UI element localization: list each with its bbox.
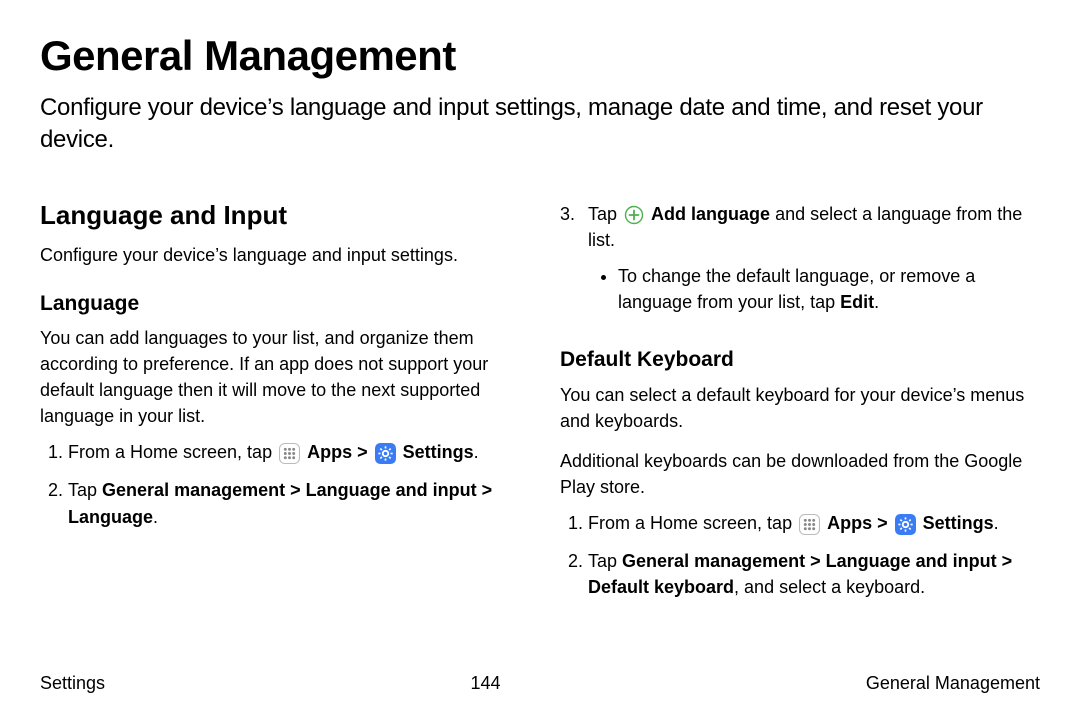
step-text: Tap (588, 204, 622, 224)
period: . (474, 442, 479, 462)
settings-label: Settings (403, 442, 474, 462)
step-bold: General management > Language and input … (68, 480, 492, 526)
subheading-default-keyboard: Default Keyboard (560, 345, 1040, 375)
apps-grid-icon (799, 514, 820, 535)
page-title: General Management (40, 32, 1040, 80)
step-bold: Add language (651, 204, 770, 224)
footer-right: General Management (866, 673, 1040, 694)
bullet-bold: Edit (840, 292, 874, 312)
footer-left: Settings (40, 673, 105, 694)
keyboard-step-2: Tap General management > Language and in… (588, 548, 1040, 600)
period: . (994, 513, 999, 533)
language-step-2: Tap General management > Language and in… (68, 477, 520, 529)
step-suffix: , and select a keyboard. (734, 577, 925, 597)
language-step-3-body: Tap Add language and select a language f… (588, 201, 1040, 325)
footer-page-number: 144 (470, 673, 500, 694)
period: . (153, 507, 158, 527)
right-column: 3. Tap Add language and select a languag… (560, 197, 1040, 612)
default-keyboard-steps: From a Home screen, tap Apps > Settings.… (560, 510, 1040, 600)
step-text: Tap (68, 480, 102, 500)
page-intro: Configure your device’s language and inp… (40, 92, 1040, 157)
step-text: From a Home screen, tap (68, 442, 277, 462)
language-bullet-list: To change the default language, or remov… (588, 263, 1040, 315)
add-plus-icon (624, 205, 644, 225)
language-step-1: From a Home screen, tap Apps > Settings. (68, 439, 520, 465)
bullet-text: To change the default language, or remov… (618, 266, 975, 312)
angle-separator: > (877, 513, 888, 533)
step-number: 3. (560, 201, 588, 325)
language-bullet-item: To change the default language, or remov… (618, 263, 1040, 315)
language-steps: From a Home screen, tap Apps > Settings.… (40, 439, 520, 529)
settings-label: Settings (923, 513, 994, 533)
apps-label: Apps (307, 442, 352, 462)
default-keyboard-desc1: You can select a default keyboard for yo… (560, 382, 1040, 434)
language-desc: You can add languages to your list, and … (40, 325, 520, 429)
section-desc: Configure your device’s language and inp… (40, 242, 520, 268)
language-step-3-row: 3. Tap Add language and select a languag… (560, 201, 1040, 325)
content-columns: Language and Input Configure your device… (40, 197, 1040, 612)
step-text: Tap (588, 551, 622, 571)
section-heading-language-input: Language and Input (40, 197, 520, 235)
step-text: From a Home screen, tap (588, 513, 797, 533)
left-column: Language and Input Configure your device… (40, 197, 520, 612)
keyboard-step-1: From a Home screen, tap Apps > Settings. (588, 510, 1040, 536)
angle-separator: > (357, 442, 368, 462)
subheading-language: Language (40, 289, 520, 319)
settings-gear-icon (375, 443, 396, 464)
apps-grid-icon (279, 443, 300, 464)
settings-gear-icon (895, 514, 916, 535)
period: . (874, 292, 879, 312)
page-footer: Settings 144 General Management (40, 673, 1040, 694)
default-keyboard-desc2: Additional keyboards can be downloaded f… (560, 448, 1040, 500)
apps-label: Apps (827, 513, 872, 533)
